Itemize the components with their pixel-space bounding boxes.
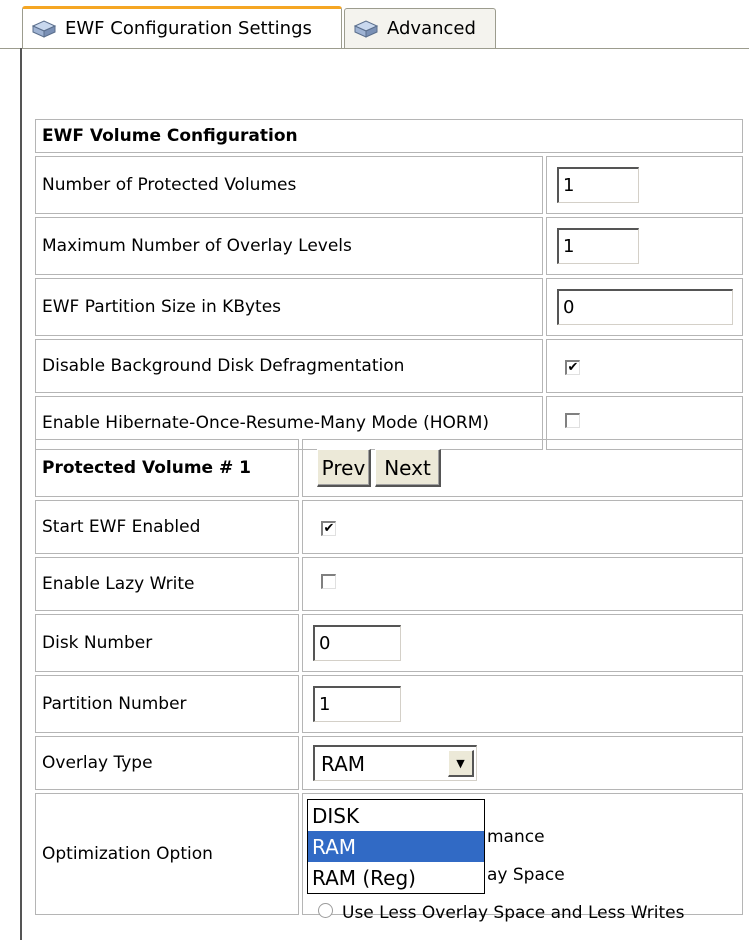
dropdown-option-ram[interactable]: RAM bbox=[308, 831, 484, 862]
protected-volumes-input[interactable]: 1 bbox=[557, 167, 639, 203]
lazy-write-checkbox[interactable] bbox=[321, 574, 336, 589]
optimization-radio-less-writes[interactable] bbox=[318, 903, 333, 918]
disk-number-input[interactable]: 0 bbox=[313, 625, 401, 661]
optimization-option-text: ay Space bbox=[487, 865, 565, 885]
row-label: Maximum Number of Overlay Levels bbox=[35, 217, 543, 275]
row-label: Disk Number bbox=[35, 614, 299, 672]
partition-size-input[interactable]: 0 bbox=[557, 289, 733, 325]
row-label: Number of Protected Volumes bbox=[35, 156, 543, 214]
row-label: Enable Lazy Write bbox=[35, 557, 299, 611]
optimization-option-text: mance bbox=[487, 827, 545, 847]
tab-label: EWF Configuration Settings bbox=[65, 18, 312, 39]
next-button[interactable]: Next bbox=[375, 449, 441, 487]
overlay-type-select[interactable]: RAM ▼ bbox=[313, 745, 477, 781]
tab-strip-divider bbox=[0, 48, 749, 49]
network-drives-icon bbox=[353, 19, 379, 38]
row-label: Optimization Option bbox=[35, 793, 299, 915]
prev-button[interactable]: Prev bbox=[317, 449, 371, 487]
overlay-levels-input[interactable]: 1 bbox=[557, 228, 639, 264]
volume-config-table: EWF Volume Configuration Number of Prote… bbox=[32, 116, 746, 453]
optimization-option-text: Use Less Overlay Space and Less Writes bbox=[342, 903, 685, 923]
start-ewf-checkbox[interactable]: ✔ bbox=[321, 520, 336, 536]
horm-checkbox[interactable] bbox=[565, 413, 580, 428]
row-label: Disable Background Disk Defragmentation bbox=[35, 339, 543, 393]
tab-ewf-configuration-settings[interactable]: EWF Configuration Settings bbox=[22, 6, 342, 48]
dropdown-option-disk[interactable]: DISK bbox=[308, 800, 484, 831]
overlay-type-value: RAM bbox=[321, 751, 366, 776]
overlay-type-dropdown: DISK RAM RAM (Reg) bbox=[307, 799, 485, 894]
protected-volume-header: Protected Volume # 1 bbox=[35, 439, 299, 497]
tab-label: Advanced bbox=[387, 18, 476, 39]
chevron-down-icon[interactable]: ▼ bbox=[448, 750, 474, 777]
tab-advanced[interactable]: Advanced bbox=[344, 8, 496, 48]
dropdown-option-ram-reg[interactable]: RAM (Reg) bbox=[308, 862, 484, 893]
volume-config-header: EWF Volume Configuration bbox=[35, 119, 743, 153]
row-label: Overlay Type bbox=[35, 736, 299, 790]
row-label: Partition Number bbox=[35, 675, 299, 733]
disable-defrag-checkbox[interactable]: ✔ bbox=[565, 359, 580, 375]
network-drives-icon bbox=[31, 19, 57, 38]
partition-number-input[interactable]: 1 bbox=[313, 686, 401, 722]
row-label: EWF Partition Size in KBytes bbox=[35, 278, 543, 336]
row-label: Start EWF Enabled bbox=[35, 500, 299, 554]
